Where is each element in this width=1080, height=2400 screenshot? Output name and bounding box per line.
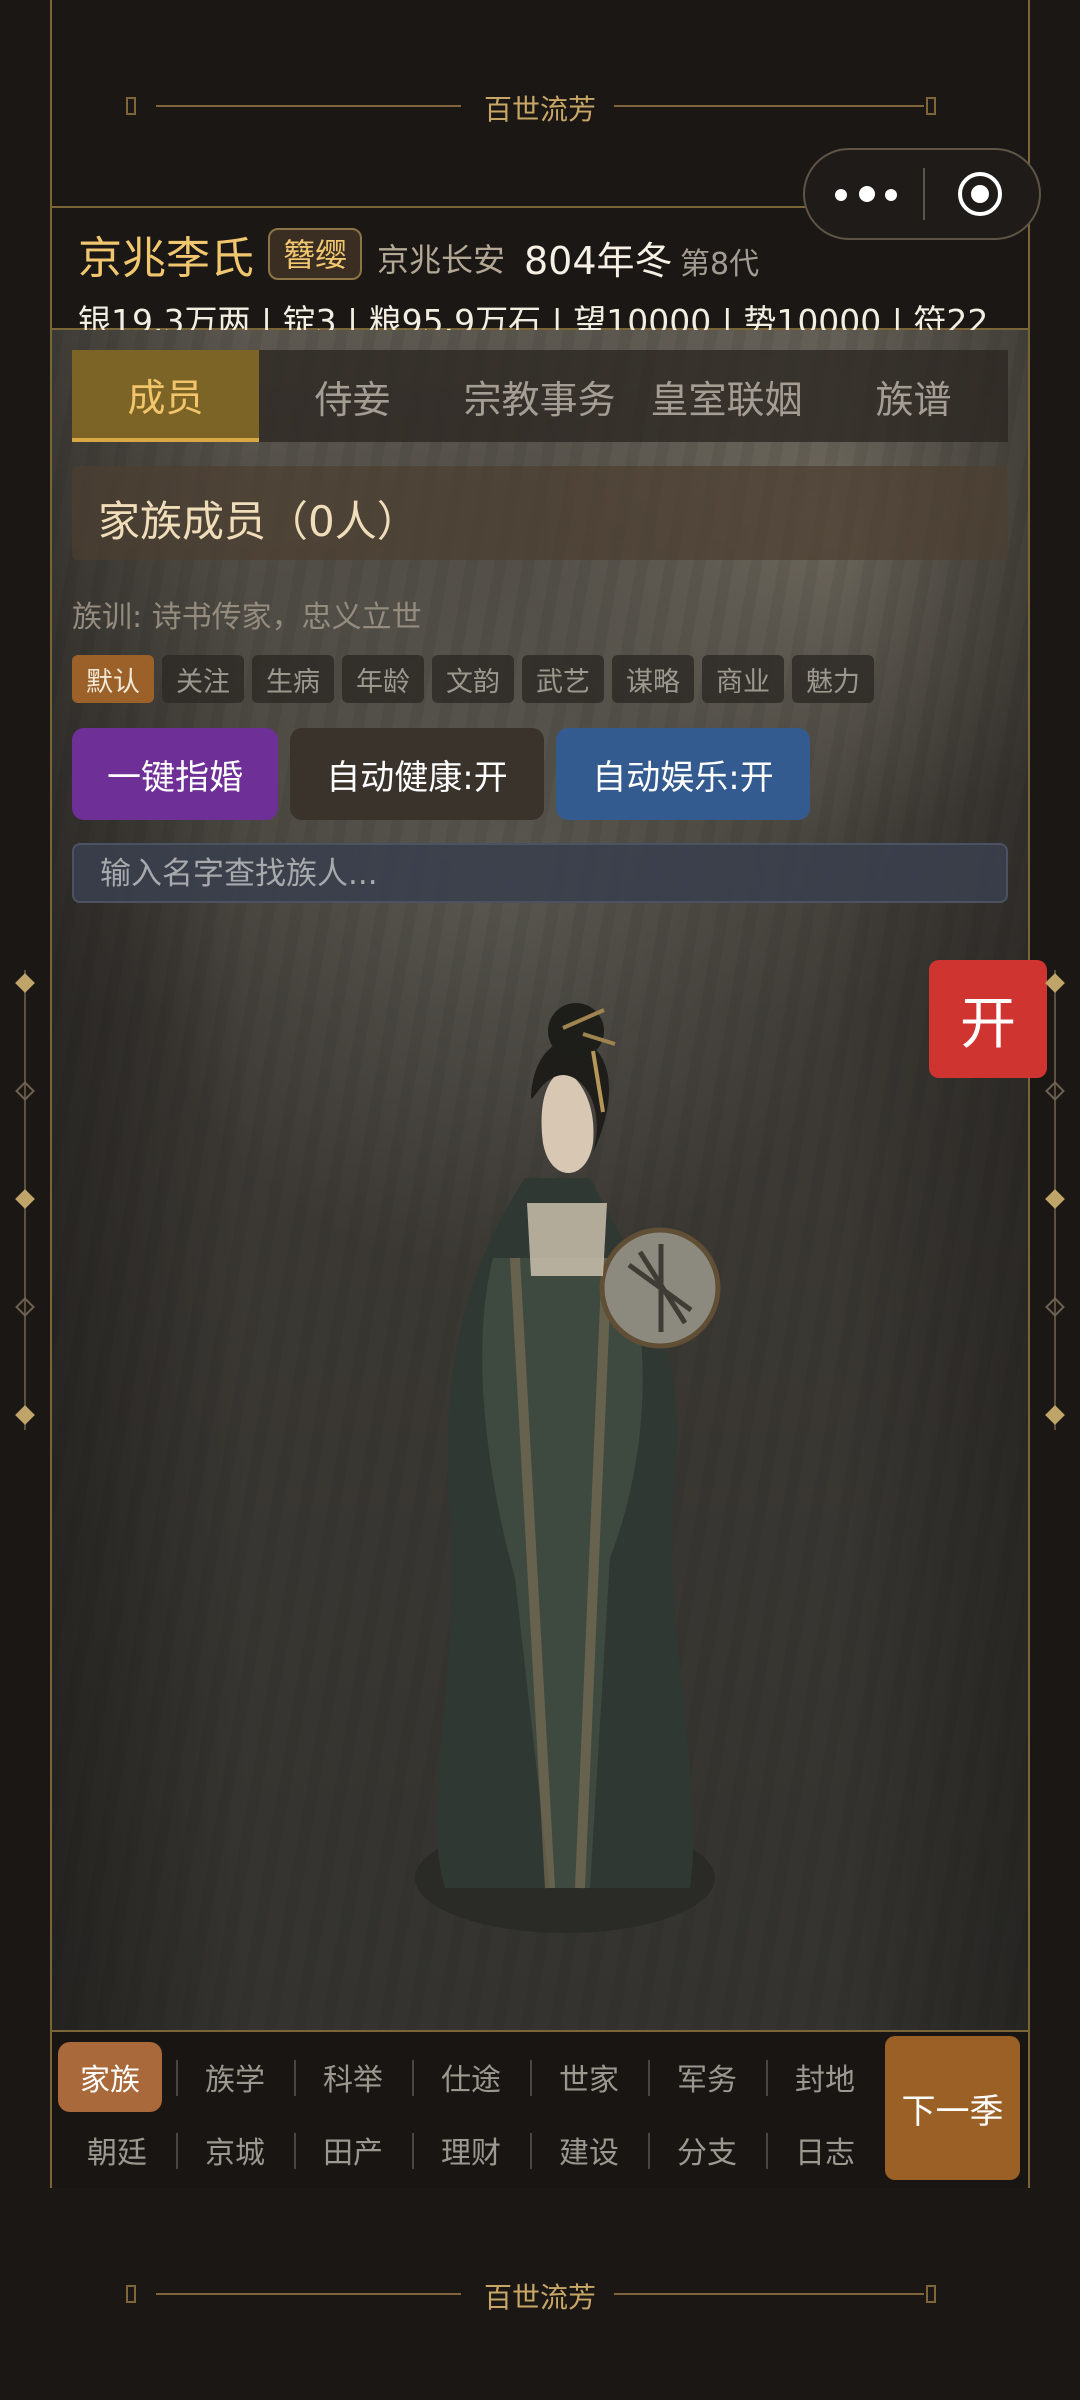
member-search xyxy=(72,843,1008,903)
filter-chips: 默认 关注 生病 年龄 文韵 武艺 谋略 商业 魅力 xyxy=(72,655,874,703)
clan-motto: 族训: 诗书传家，忠义立世 xyxy=(72,600,422,635)
current-date: 804年冬 xyxy=(524,239,673,283)
tab-concubines[interactable]: 侍妾 xyxy=(259,350,446,442)
nav-finance[interactable]: 理财 xyxy=(412,2115,530,2185)
open-button[interactable]: 开 xyxy=(929,960,1047,1078)
noble-woman-illustration xyxy=(405,958,725,1958)
tab-royal-marriage[interactable]: 皇室联姻 xyxy=(633,350,820,442)
action-buttons: 一键指婚 自动健康:开 自动娱乐:开 xyxy=(72,728,810,820)
clan-name: 京兆李氏 xyxy=(78,233,254,284)
nav-clan-school[interactable]: 族学 xyxy=(176,2042,294,2112)
nav-log[interactable]: 日志 xyxy=(766,2115,884,2185)
right-diamond-decoration xyxy=(1040,970,1070,1430)
right-frame-line xyxy=(1028,0,1030,2400)
nav-imperial-exam[interactable]: 科举 xyxy=(294,2042,412,2112)
nav-fief[interactable]: 封地 xyxy=(766,2042,884,2112)
nav-military[interactable]: 军务 xyxy=(648,2042,766,2112)
auto-health-button[interactable]: 自动健康:开 xyxy=(290,728,544,820)
filter-business[interactable]: 商业 xyxy=(702,655,784,703)
tab-genealogy[interactable]: 族谱 xyxy=(820,350,1007,442)
filter-literary[interactable]: 文韵 xyxy=(432,655,514,703)
filter-follow[interactable]: 关注 xyxy=(162,655,244,703)
bottom-banner-title: 百世流芳 xyxy=(483,2281,596,2314)
banner-right-rule xyxy=(614,105,924,107)
banner-right-cap xyxy=(926,97,936,115)
filter-default[interactable]: 默认 xyxy=(72,655,154,703)
tab-religion[interactable]: 宗教事务 xyxy=(446,350,633,442)
nav-construction[interactable]: 建设 xyxy=(530,2115,648,2185)
bottom-navigation: 家族 族学 科举 仕途 世家 军务 封地 朝廷 京城 田产 理财 建设 分支 日… xyxy=(52,2030,1028,2192)
nav-family[interactable]: 家族 xyxy=(58,2042,162,2112)
next-season-button[interactable]: 下一季 xyxy=(885,2036,1020,2180)
bottom-banner-right-rule xyxy=(614,2293,924,2295)
more-dots-icon[interactable] xyxy=(835,178,905,210)
member-search-input[interactable] xyxy=(98,853,982,895)
filter-charm[interactable]: 魅力 xyxy=(792,655,874,703)
members-title: 家族成员（0人） xyxy=(98,497,419,546)
one-click-marriage-button[interactable]: 一键指婚 xyxy=(72,728,278,820)
nav-estate[interactable]: 田产 xyxy=(294,2115,412,2185)
bottom-nav-row-1: 家族 族学 科举 仕途 世家 军务 封地 xyxy=(58,2042,888,2112)
bottom-banner-right-cap xyxy=(926,2285,936,2303)
auto-entertainment-button[interactable]: 自动娱乐:开 xyxy=(556,728,810,820)
filter-strategy[interactable]: 谋略 xyxy=(612,655,694,703)
members-header: 家族成员（0人） xyxy=(72,466,1008,560)
nav-branches[interactable]: 分支 xyxy=(648,2115,766,2185)
nav-noble-families[interactable]: 世家 xyxy=(530,2042,648,2112)
clan-location: 京兆长安 xyxy=(377,241,506,279)
top-banner-title: 百世流芳 xyxy=(483,93,596,126)
rank-badge: 簪缨 xyxy=(268,228,362,280)
filter-age[interactable]: 年龄 xyxy=(342,655,424,703)
left-diamond-decoration xyxy=(10,970,40,1430)
tab-members[interactable]: 成员 xyxy=(72,350,259,442)
generation: 第8代 xyxy=(680,247,760,282)
nav-official-career[interactable]: 仕途 xyxy=(412,2042,530,2112)
record-icon[interactable] xyxy=(958,172,1002,216)
nav-court[interactable]: 朝廷 xyxy=(58,2115,176,2185)
filter-martial[interactable]: 武艺 xyxy=(522,655,604,703)
mini-program-capsule[interactable] xyxy=(803,148,1041,240)
member-tabs: 成员 侍妾 宗教事务 皇室联姻 族谱 xyxy=(72,350,1008,442)
capsule-divider xyxy=(923,168,925,220)
filter-sick[interactable]: 生病 xyxy=(252,655,334,703)
nav-capital[interactable]: 京城 xyxy=(176,2115,294,2185)
bottom-nav-row-2: 朝廷 京城 田产 理财 建设 分支 日志 xyxy=(58,2115,888,2185)
